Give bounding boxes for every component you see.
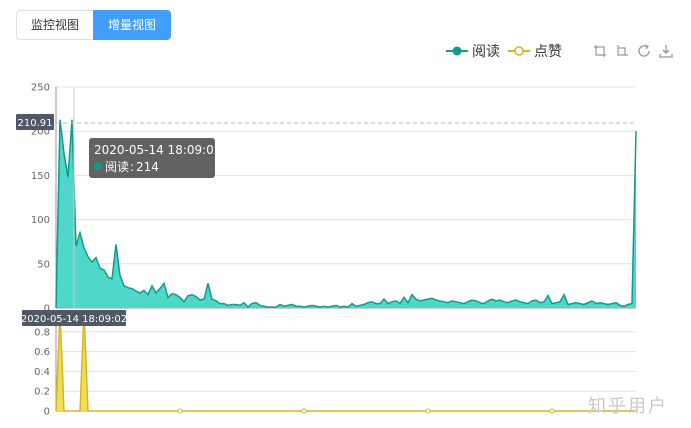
y-axis-bottom: 0 0.2 0.4 0.6 0.8 [34,327,50,417]
tooltip-colon: : [130,160,134,174]
y-tick-label: 0.8 [34,327,50,338]
y-tick-label: 0 [44,407,50,418]
y-tick-label: 50 [37,259,50,270]
data-point [549,408,555,414]
series-line-like [55,311,636,412]
y-tick-label: 100 [31,215,50,226]
tooltip-time: 2020-05-14 18:09:02 [94,143,221,157]
y-tick-label: 0.2 [34,387,50,398]
tooltip: 2020-05-14 18:09:02 阅读 : 214 [89,138,221,178]
x-pointer-time: 2020-05-14 18:09:02 [21,314,127,325]
grid-bottom [55,312,636,412]
watermark: 知乎用户 [588,396,668,417]
y-tick-label: 250 [31,83,50,94]
y-pointer-label: 210.91 [16,114,54,130]
y-tick-label: 0.4 [34,367,50,378]
y-tick-label: 0.6 [34,347,50,358]
x-pointer-label: 2020-05-14 18:09:02 [21,310,127,326]
data-point [177,408,183,414]
tooltip-series-dot-icon [94,162,102,170]
chart[interactable]: 050100150200250 00.20.40.60.8 210.91 202… [0,0,691,428]
tooltip-series-name: 阅读 [105,160,129,174]
data-point [301,408,307,414]
y-tick-label: 150 [31,171,50,182]
grid-top [55,86,636,309]
series-area-like [56,312,636,411]
data-point [425,408,431,414]
y-pointer-value: 210.91 [18,118,53,129]
tooltip-value: 214 [136,160,159,174]
